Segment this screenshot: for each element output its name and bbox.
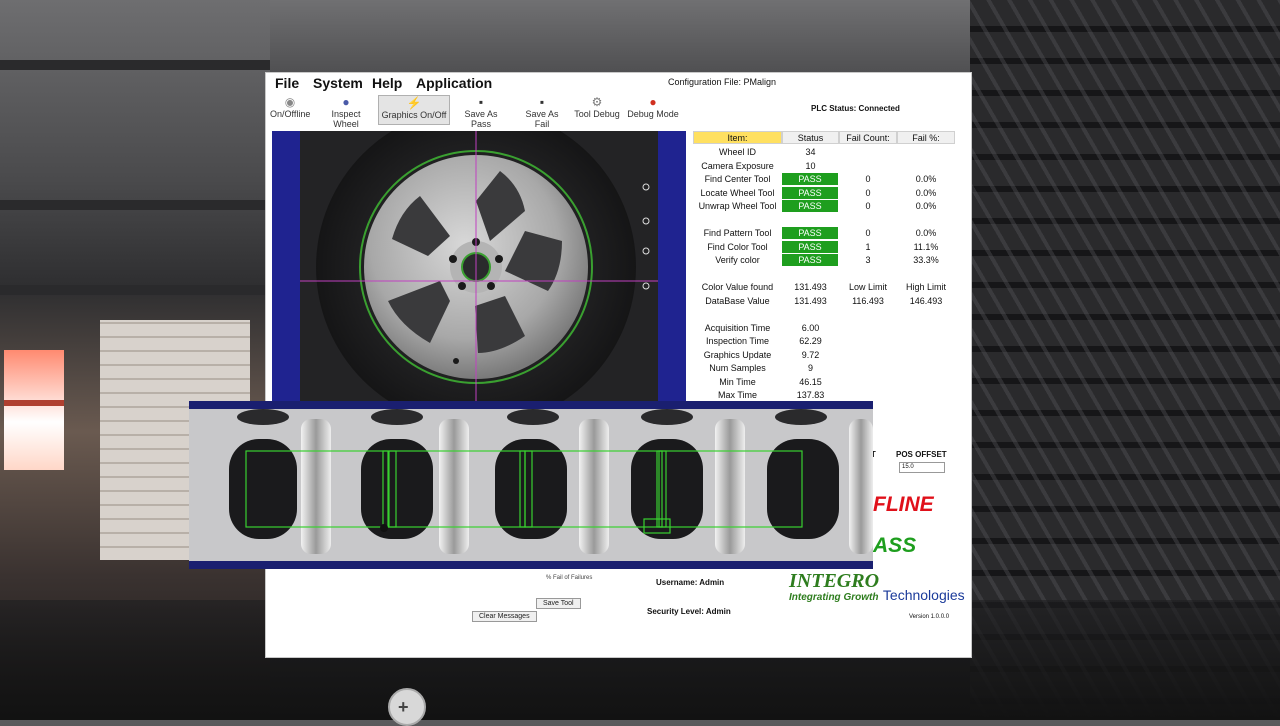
menu-bar: File System Help Application Configurati… (266, 73, 971, 95)
pos-offset-label: POS OFFSET (896, 450, 947, 459)
timing-label: Num Samples (709, 363, 766, 373)
color-found-label: Color Value found (701, 282, 774, 292)
status-badge: PASS (782, 200, 838, 212)
plc-status: PLC Status: Connected (811, 104, 900, 113)
tool-label: Find Pattern Tool (703, 228, 772, 238)
integro-logo: INTEGRO Integrating Growth Technologies (789, 570, 965, 603)
color-found-value: 131.493 (794, 282, 827, 292)
menu-system[interactable]: System (313, 75, 363, 91)
graphics-toggle-button[interactable]: ⚡ Graphics On/Off (378, 95, 450, 125)
timing-value: 6.00 (801, 323, 820, 333)
status-badge: PASS (782, 173, 838, 185)
debug-mode-button[interactable]: ● Debug Mode (627, 95, 679, 123)
fail-count: 0 (865, 228, 871, 238)
save-tool-button[interactable]: Save Tool (536, 598, 581, 609)
timing-label: Graphics Update (703, 350, 772, 360)
timing-label: Acquisition Time (704, 323, 771, 333)
power-icon: ◉ (284, 95, 296, 109)
tool-label: Find Center Tool (704, 174, 771, 184)
floppy-icon: ▪ (478, 95, 484, 109)
background-window (4, 350, 64, 470)
security-level-label: Security Level: Admin (647, 607, 731, 616)
fail-pct: 0.0% (915, 174, 937, 184)
lightning-icon: ⚡ (406, 96, 422, 110)
inspect-wheel-button[interactable]: ● Inspect Wheel (318, 95, 374, 129)
header-item: Item: (693, 131, 782, 144)
menu-help[interactable]: Help (372, 75, 402, 91)
tool-debug-button[interactable]: ⚙ Tool Debug (574, 95, 620, 123)
bolt-icon: + (388, 688, 426, 726)
tool-label: Verify color (715, 255, 760, 265)
fail-count: 0 (865, 174, 871, 184)
pass-indicator: ASS (873, 534, 917, 557)
low-limit-value: 116.493 (852, 296, 884, 306)
save-as-pass-button[interactable]: ▪ Save As Pass (454, 95, 508, 129)
clear-messages-button[interactable]: Clear Messages (472, 611, 537, 622)
tool-label: Unwrap Wheel Tool (698, 201, 777, 211)
fail-count: 0 (865, 201, 871, 211)
high-limit-value: 146.493 (909, 296, 943, 306)
gear-icon: ⚙ (591, 95, 603, 109)
username-label: Username: Admin (656, 578, 725, 587)
fail-pct: 11.1% (913, 242, 939, 252)
header-status: Status (782, 131, 839, 144)
high-limit-label: High Limit (905, 282, 946, 292)
fail-pct: 0.0% (915, 188, 937, 198)
ceiling-beam (0, 60, 270, 70)
bug-icon: ● (649, 95, 657, 109)
timing-label: Min Time (719, 377, 756, 387)
camera-view[interactable] (272, 131, 686, 403)
version-label: Version 1.0.0.0 (909, 614, 950, 620)
menu-file[interactable]: File (275, 75, 299, 91)
config-file-label: Configuration File: PMalign (668, 77, 777, 87)
menu-application[interactable]: Application (416, 75, 492, 91)
online-offline-button[interactable]: ◉ On/Offline (270, 95, 310, 123)
unwrap-graphic (189, 409, 873, 561)
fail-pct: 0.0% (915, 201, 937, 211)
status-badge: PASS (782, 241, 838, 253)
tool-label: Find Color Tool (707, 242, 768, 252)
timing-label: Max Time (717, 390, 757, 400)
camera-exposure-value: 10 (805, 161, 816, 171)
timing-label: Inspection Time (705, 336, 770, 346)
db-value: 131.493 (794, 296, 827, 306)
status-badge: PASS (782, 254, 838, 266)
save-as-fail-button[interactable]: ▪ Save As Fail (517, 95, 567, 129)
offline-indicator: FLINE (873, 493, 934, 516)
wheel-id-label: Wheel ID (718, 147, 756, 157)
camera-icon: ● (342, 95, 350, 109)
header-fail-pct: Fail %: (897, 131, 955, 144)
timing-value: 46.15 (799, 377, 822, 387)
status-badge: PASS (782, 227, 838, 239)
fail-pct: 0.0% (915, 228, 937, 238)
floppy-icon: ▪ (539, 95, 545, 109)
wheel-id-value: 34 (805, 147, 816, 157)
results-table: Item: Status Fail Count: Fail %: Wheel I… (693, 131, 955, 405)
pos-offset-input[interactable]: 15.0 (899, 462, 945, 473)
wheel-graphic (300, 131, 658, 403)
wheel-image (300, 131, 658, 403)
fail-count: 1 (865, 242, 871, 252)
header-fail-count: Fail Count: (839, 131, 897, 144)
low-limit-label: Low Limit (848, 282, 887, 292)
unwrap-image (189, 409, 873, 561)
camera-exposure-label: Camera Exposure (701, 161, 774, 171)
timing-value: 9 (807, 363, 813, 373)
tool-label: Locate Wheel Tool (700, 188, 775, 198)
fail-count: 0 (865, 188, 871, 198)
ceiling-beam (0, 285, 270, 295)
unwrap-strip-view[interactable] (189, 401, 873, 569)
timing-value: 62.29 (799, 336, 822, 346)
ceiling-beam (0, 200, 270, 210)
background-ceiling (270, 0, 970, 72)
fail-pct-label: % Fail of Failures (546, 575, 593, 581)
timing-value: 9.72 (801, 350, 820, 360)
status-badge: PASS (782, 187, 838, 199)
timing-value: 137.83 (796, 390, 825, 400)
fail-pct: 33.3% (913, 255, 939, 265)
db-value-label: DataBase Value (705, 296, 770, 306)
fail-count: 3 (865, 255, 871, 265)
